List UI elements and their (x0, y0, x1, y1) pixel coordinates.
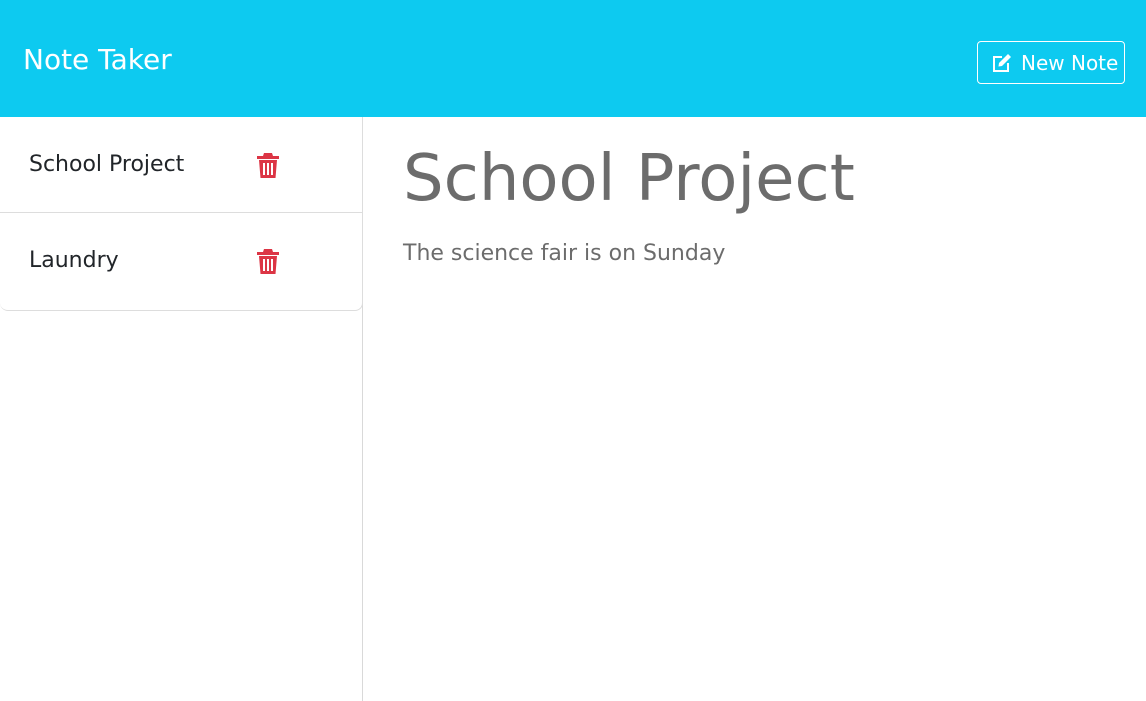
edit-icon (990, 51, 1014, 75)
note-list: School Project Laundry (0, 117, 363, 311)
note-editor: School Project The science fair is on Su… (364, 117, 1146, 701)
new-note-label: New Note (1021, 50, 1119, 75)
navbar: Note Taker New Note (0, 0, 1146, 117)
new-note-button[interactable]: New Note (977, 41, 1125, 84)
trash-icon[interactable] (256, 248, 280, 275)
note-item-label: Laundry (29, 248, 119, 273)
note-text[interactable]: The science fair is on Sunday (403, 239, 725, 269)
app-brand[interactable]: Note Taker (23, 40, 172, 80)
note-title[interactable]: School Project (403, 139, 855, 219)
note-item[interactable]: Laundry (0, 213, 362, 310)
sidebar: School Project Laundry (0, 117, 363, 701)
note-item-label: School Project (29, 152, 185, 177)
note-item[interactable]: School Project (0, 117, 362, 213)
trash-icon[interactable] (256, 152, 280, 179)
